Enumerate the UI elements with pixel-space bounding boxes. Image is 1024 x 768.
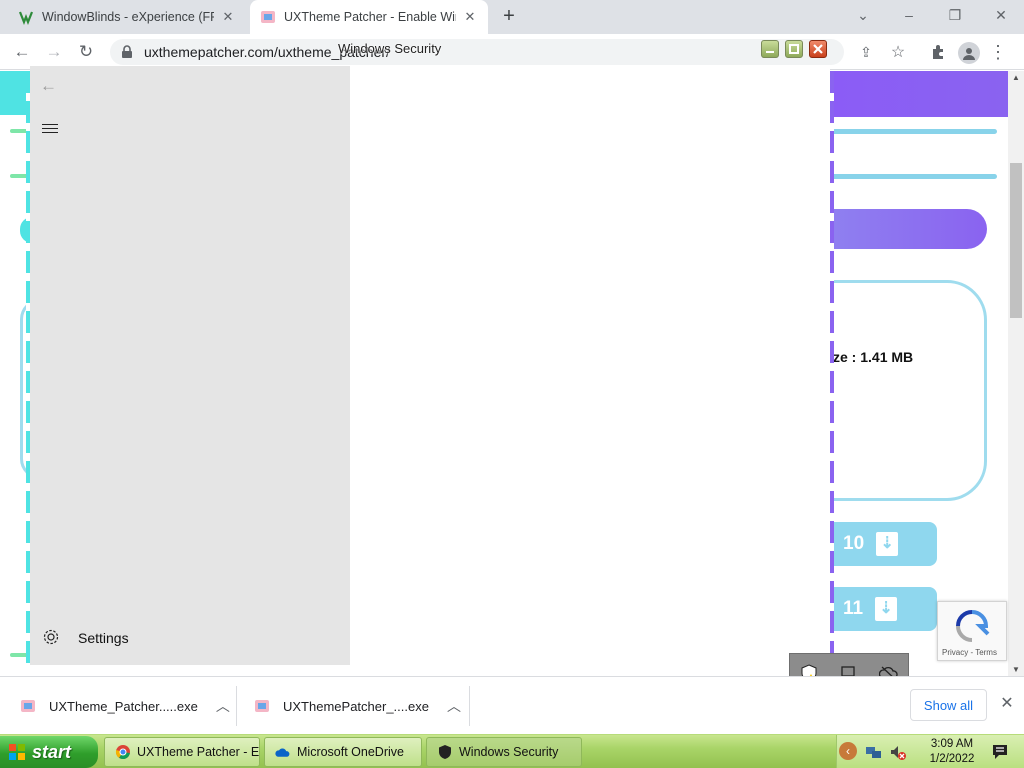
taskbar-item-chrome[interactable]: UXTheme Patcher - E... <box>104 737 260 767</box>
bookmark-star-icon[interactable]: ☆ <box>886 40 910 64</box>
task-label: UXTheme Patcher - E... <box>137 745 260 759</box>
clock-date: 1/2/2022 <box>929 753 975 765</box>
scroll-down-arrow-icon[interactable]: ▼ <box>1008 665 1024 674</box>
download-button-label: 10 <box>843 533 865 554</box>
settings-gear-icon[interactable] <box>42 628 60 646</box>
show-hidden-icons-chevron-icon[interactable]: ‹ <box>839 742 857 760</box>
windows-security-content-pane <box>350 66 830 665</box>
download-item[interactable]: UXThemePatcher_....exe ︿ <box>254 677 461 735</box>
download-button-label: 11 <box>843 598 864 619</box>
onedrive-icon <box>275 744 291 760</box>
ws-hamburger-menu-icon[interactable] <box>42 124 58 136</box>
download-file-icon <box>876 532 899 556</box>
divider <box>236 686 237 726</box>
taskbar: start UXTheme Patcher - E... Microsoft O… <box>0 734 1024 768</box>
download-file-icon <box>875 597 898 621</box>
show-all-button[interactable]: Show all <box>910 689 987 721</box>
window-border-right <box>830 71 834 665</box>
task-label: Windows Security <box>459 745 559 759</box>
purple-pill-banner <box>830 209 987 249</box>
share-icon[interactable]: ⇪ <box>854 40 878 64</box>
scroll-up-arrow-icon[interactable]: ▲ <box>1008 73 1024 82</box>
more-menu-icon[interactable]: ⋮ <box>986 40 1010 64</box>
installer-file-icon <box>20 698 36 714</box>
settings-nav-item[interactable]: Settings <box>78 630 129 646</box>
close-tab-icon[interactable]: ✕ <box>462 9 478 25</box>
windowblinds-favicon-icon <box>18 9 34 25</box>
volume-muted-icon[interactable] <box>889 743 907 764</box>
ws-close-icon[interactable] <box>809 40 827 58</box>
recaptcha-logo-icon <box>956 610 990 642</box>
download-filename: UXThemePatcher_....exe <box>283 698 429 714</box>
divider <box>469 686 470 726</box>
windows-security-title: Windows Security <box>338 41 442 56</box>
extensions-puzzle-icon[interactable] <box>926 40 950 64</box>
file-size-label: ze : 1.41 MB <box>833 349 914 365</box>
profile-avatar-icon[interactable] <box>958 42 980 64</box>
download-windows-11-button[interactable]: 11 <box>833 587 937 631</box>
minimize-icon[interactable]: – <box>895 4 923 26</box>
recaptcha-privacy-terms[interactable]: Privacy - Terms <box>942 648 997 657</box>
close-tab-icon[interactable]: ✕ <box>220 9 236 25</box>
action-center-icon[interactable] <box>991 743 1009 764</box>
uxtheme-favicon-icon <box>260 9 276 25</box>
shield-icon <box>437 744 453 760</box>
installer-file-icon <box>254 698 270 714</box>
back-arrow-icon[interactable]: ← <box>10 40 34 64</box>
tab-strip: WindowBlinds - eXperience (FRE ✕ UXTheme… <box>0 0 1024 34</box>
task-label: Microsoft OneDrive <box>297 745 404 759</box>
page-scrollbar[interactable]: ▲ ▼ <box>1008 71 1024 676</box>
site-header-right <box>830 71 1008 117</box>
start-button[interactable]: start <box>0 736 98 768</box>
download-item[interactable]: UXTheme_Patcher.....exe ︿ <box>20 677 230 735</box>
tab-title: UXTheme Patcher - Enable Wind <box>284 10 456 24</box>
start-label: start <box>32 741 72 762</box>
chrome-icon <box>115 744 131 760</box>
new-tab-plus-icon[interactable]: + <box>498 5 520 27</box>
tab-title: WindowBlinds - eXperience (FRE <box>42 10 214 24</box>
chevron-up-icon[interactable]: ︿ <box>447 696 461 716</box>
lock-icon <box>120 45 134 59</box>
address-bar[interactable]: uxthemepatcher.com/uxtheme_patcher/ <box>110 39 844 65</box>
network-icon[interactable] <box>865 743 883 764</box>
tab-search-chevron-icon[interactable]: ⌄ <box>849 4 877 26</box>
download-windows-10-button[interactable]: 10 <box>833 522 937 566</box>
reload-icon[interactable]: ↻ <box>74 40 98 64</box>
ws-minimize-icon[interactable] <box>761 40 779 58</box>
windows-security-nav-pane <box>30 66 350 665</box>
close-window-icon[interactable]: ✕ <box>987 4 1015 26</box>
chevron-up-icon[interactable]: ︿ <box>216 696 230 716</box>
browser-toolbar: ← → ↻ uxthemepatcher.com/uxtheme_patcher… <box>0 34 1024 70</box>
system-tray: ‹ 3:09 AM 1/2/2022 <box>836 735 1024 768</box>
ws-back-arrow-icon[interactable]: ← <box>40 76 60 95</box>
close-downloads-icon[interactable]: ✕ <box>997 694 1017 714</box>
scroll-thumb[interactable] <box>1010 163 1022 318</box>
decorative-bar <box>830 174 997 179</box>
downloads-bar: UXTheme_Patcher.....exe ︿ UXThemePatcher… <box>0 676 1024 734</box>
clock-time: 3:09 AM <box>930 738 974 750</box>
recaptcha-badge[interactable]: Privacy - Terms <box>937 601 1007 661</box>
decorative-bar <box>830 129 997 134</box>
forward-arrow-icon[interactable]: → <box>42 40 66 64</box>
tab-windowblinds[interactable]: WindowBlinds - eXperience (FRE ✕ <box>8 0 246 34</box>
taskbar-item-onedrive[interactable]: Microsoft OneDrive <box>264 737 422 767</box>
download-filename: UXTheme_Patcher.....exe <box>49 698 198 714</box>
clock[interactable]: 3:09 AM 1/2/2022 <box>917 737 987 767</box>
ws-maximize-icon[interactable] <box>785 40 803 58</box>
restore-icon[interactable]: ❐ <box>941 4 969 26</box>
tab-uxtheme-patcher[interactable]: UXTheme Patcher - Enable Wind ✕ <box>250 0 488 34</box>
taskbar-item-windows-security[interactable]: Windows Security <box>426 737 582 767</box>
windows-logo-icon <box>8 743 26 761</box>
